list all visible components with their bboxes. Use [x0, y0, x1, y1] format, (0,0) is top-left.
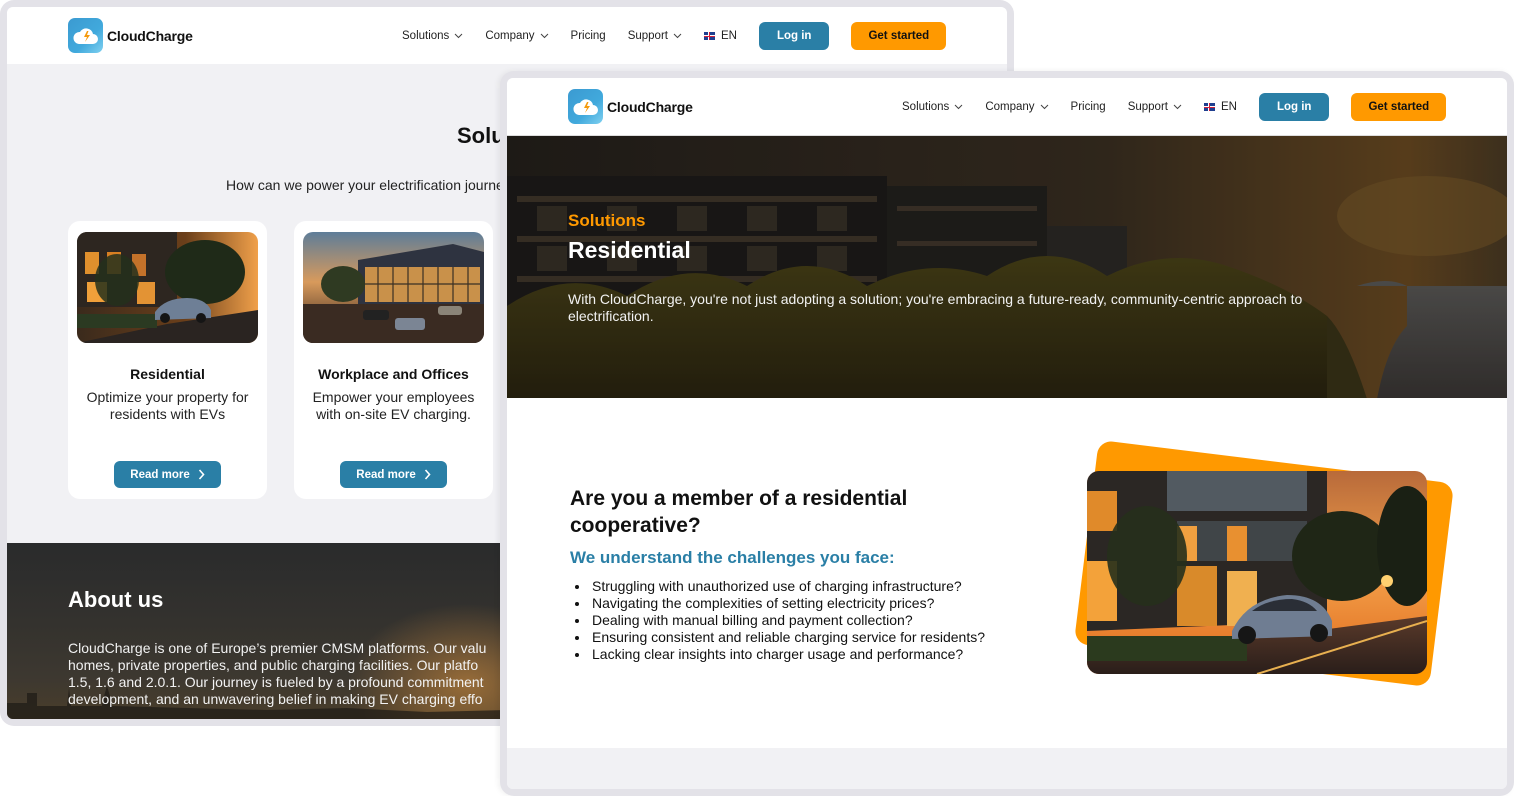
card-title: Residential — [130, 366, 205, 382]
nav-label: Pricing — [570, 30, 606, 42]
get-started-button[interactable]: Get started — [1351, 93, 1447, 121]
nav-label: Solutions — [902, 101, 950, 113]
main-nav: Solutions Company Pricing Support EN Log… — [402, 22, 947, 50]
list-item: Navigating the complexities of setting e… — [590, 595, 985, 612]
chevron-down-icon — [454, 33, 463, 39]
challenges-section: Are you a member of a residential cooper… — [507, 398, 1507, 748]
site-header: CloudCharge Solutions Company Pricing Su… — [7, 7, 1007, 64]
read-more-button[interactable]: Read more — [114, 461, 221, 488]
residential-page: CloudCharge Solutions Company Pricing Su… — [507, 78, 1507, 789]
workplace-image — [303, 232, 484, 343]
section-title: Are you a member of a residential cooper… — [570, 487, 908, 537]
nav-label: Company — [485, 30, 535, 42]
login-button[interactable]: Log in — [758, 22, 830, 50]
hero-description: With CloudCharge, you're not just adopti… — [568, 291, 1303, 324]
language-label: EN — [720, 30, 737, 42]
language-selector[interactable]: EN — [703, 30, 737, 42]
nav-label: Pricing — [1070, 101, 1106, 113]
uk-flag-icon — [703, 32, 715, 40]
hero-banner: Solutions Residential With CloudCharge, … — [507, 135, 1507, 398]
list-item: Ensuring consistent and reliable chargin… — [590, 629, 985, 646]
cloud-bolt-icon — [68, 18, 103, 53]
hero-background-image — [507, 136, 1507, 398]
chevron-right-icon — [424, 469, 431, 480]
nav-label: Support — [1127, 101, 1168, 113]
list-item: Dealing with manual billing and payment … — [590, 612, 985, 629]
residential-photo — [1087, 471, 1427, 674]
chevron-down-icon — [954, 104, 963, 110]
page-footer-band — [507, 748, 1507, 789]
get-started-button[interactable]: Get started — [851, 22, 947, 50]
list-item: Struggling with unauthorized use of char… — [590, 578, 985, 595]
nav-company[interactable]: Company — [485, 30, 548, 42]
nav-label: Support — [627, 30, 668, 42]
hero-title: Residential — [568, 237, 691, 263]
chevron-right-icon — [198, 469, 205, 480]
language-label: EN — [1220, 101, 1237, 113]
nav-support[interactable]: Support — [628, 30, 682, 42]
hero-eyebrow: Solutions — [568, 211, 646, 230]
challenges-list: Struggling with unauthorized use of char… — [590, 578, 985, 663]
logo[interactable]: CloudCharge — [568, 89, 693, 124]
nav-pricing[interactable]: Pricing — [571, 30, 606, 42]
chevron-down-icon — [673, 33, 682, 39]
card-description: Empower your employees with on-site EV c… — [312, 389, 475, 422]
nav-pricing[interactable]: Pricing — [1071, 101, 1106, 113]
uk-flag-icon — [1203, 103, 1215, 111]
page-subtitle: How can we power your electrification jo… — [226, 177, 519, 193]
residential-image — [77, 232, 258, 343]
chevron-down-icon — [1040, 104, 1048, 110]
nav-label: Company — [985, 101, 1035, 113]
card-description: Optimize your property for residents wit… — [86, 389, 249, 422]
nav-support[interactable]: Support — [1128, 101, 1182, 113]
read-more-button[interactable]: Read more — [340, 461, 447, 488]
card-title: Workplace and Offices — [318, 366, 469, 382]
cloud-bolt-icon — [568, 89, 603, 124]
brand-name: CloudCharge — [107, 27, 193, 44]
nav-solutions[interactable]: Solutions — [902, 101, 963, 113]
about-title: About us — [68, 587, 164, 612]
nav-label: Solutions — [402, 30, 450, 42]
section-subtitle: We understand the challenges you face: — [570, 548, 895, 567]
logo[interactable]: CloudCharge — [68, 18, 193, 53]
nav-solutions[interactable]: Solutions — [402, 30, 463, 42]
solution-card-workplace: Workplace and Offices Empower your emplo… — [294, 221, 493, 499]
chevron-down-icon — [540, 33, 548, 39]
front-browser-frame: CloudCharge Solutions Company Pricing Su… — [500, 71, 1514, 796]
brand-name: CloudCharge — [607, 98, 693, 115]
login-button[interactable]: Log in — [1258, 93, 1330, 121]
button-label: Read more — [130, 468, 190, 481]
button-label: Read more — [356, 468, 416, 481]
site-header: CloudCharge Solutions Company Pricing Su… — [507, 78, 1507, 135]
list-item: Lacking clear insights into charger usag… — [590, 646, 985, 663]
main-nav: Solutions Company Pricing Support EN Log… — [902, 93, 1447, 121]
language-selector[interactable]: EN — [1203, 101, 1237, 113]
chevron-down-icon — [1173, 104, 1182, 110]
solution-card-residential: Residential Optimize your property for r… — [68, 221, 267, 499]
nav-company[interactable]: Company — [985, 101, 1048, 113]
